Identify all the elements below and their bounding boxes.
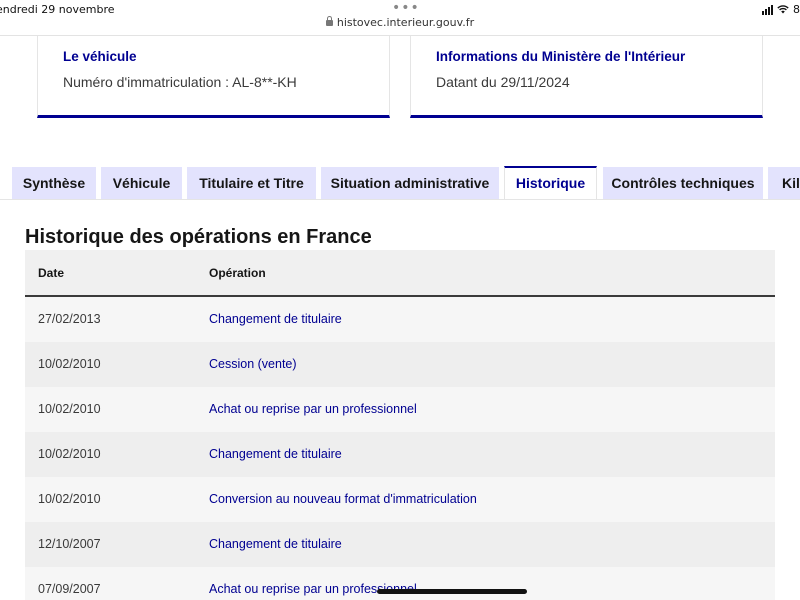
status-date: endredi 29 novembre xyxy=(0,3,115,16)
wifi-icon xyxy=(777,5,789,14)
tab-synthese[interactable]: Synthèse xyxy=(12,167,96,199)
row-date: 10/02/2010 xyxy=(38,357,101,371)
url-text: histovec.interieur.gouv.fr xyxy=(336,16,475,29)
row-date: 10/02/2010 xyxy=(38,447,101,461)
row-date: 27/02/2013 xyxy=(38,312,101,326)
row-operation-link[interactable]: Changement de titulaire xyxy=(209,447,342,461)
tab-situation-administrative[interactable]: Situation administrative xyxy=(321,167,499,199)
table-row: 12/10/2007 Changement de titulaire xyxy=(25,522,775,567)
tab-historique[interactable]: Historique xyxy=(504,166,597,200)
column-header-date: Date xyxy=(38,266,65,280)
tab-controles-techniques[interactable]: Contrôles techniques xyxy=(603,167,763,199)
status-indicators: 8 xyxy=(762,3,800,16)
tab-titulaire-et-titre[interactable]: Titulaire et Titre xyxy=(187,167,316,199)
table-row: 27/02/2013 Changement de titulaire xyxy=(25,297,775,342)
lock-icon xyxy=(325,16,333,26)
row-operation-link[interactable]: Cession (vente) xyxy=(209,357,297,371)
ministry-info-card: Informations du Ministère de l'Intérieur… xyxy=(410,36,763,118)
column-header-operation: Opération xyxy=(209,266,266,280)
row-date: 12/10/2007 xyxy=(38,537,101,551)
ministry-card-title: Informations du Ministère de l'Intérieur xyxy=(436,49,686,64)
table-row: 07/09/2007 Achat ou reprise par un profe… xyxy=(25,567,775,600)
row-operation-link[interactable]: Achat ou reprise par un professionnel xyxy=(209,402,417,416)
table-row: 10/02/2010 Changement de titulaire xyxy=(25,432,775,477)
battery-percentage: 8 xyxy=(793,3,800,16)
cellular-signal-icon xyxy=(762,4,773,15)
table-row: 10/02/2010 Achat ou reprise par un profe… xyxy=(25,387,775,432)
home-indicator[interactable] xyxy=(377,589,527,594)
table-row: 10/02/2010 Conversion au nouveau format … xyxy=(25,477,775,522)
row-date: 07/09/2007 xyxy=(38,582,101,596)
operations-table: Date Opération 27/02/2013 Changement de … xyxy=(25,250,775,600)
vehicle-card: Le véhicule Numéro d'immatriculation : A… xyxy=(37,36,390,118)
ministry-info-date: Datant du 29/11/2024 xyxy=(436,74,570,90)
row-date: 10/02/2010 xyxy=(38,402,101,416)
table-row: 10/02/2010 Cession (vente) xyxy=(25,342,775,387)
row-date: 10/02/2010 xyxy=(38,492,101,506)
tab-bar: Synthèse Véhicule Titulaire et Titre Sit… xyxy=(0,166,800,200)
section-title: Historique des opérations en France xyxy=(25,226,372,248)
browser-menu-dots[interactable]: ••• xyxy=(392,0,420,16)
tab-vehicule[interactable]: Véhicule xyxy=(101,167,182,199)
row-operation-link[interactable]: Changement de titulaire xyxy=(209,312,342,326)
row-operation-link[interactable]: Changement de titulaire xyxy=(209,537,342,551)
table-header: Date Opération xyxy=(25,250,775,297)
url-bar[interactable]: histovec.interieur.gouv.fr xyxy=(0,16,800,34)
row-operation-link[interactable]: Conversion au nouveau format d'immatricu… xyxy=(209,492,477,506)
tab-kilometrage[interactable]: Kil xyxy=(768,167,800,199)
vehicle-card-title: Le véhicule xyxy=(63,49,137,64)
registration-number: Numéro d'immatriculation : AL-8**-KH xyxy=(63,74,297,90)
